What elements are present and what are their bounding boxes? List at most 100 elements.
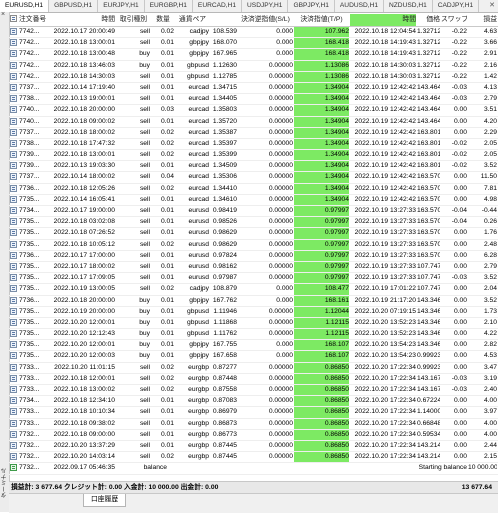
close-tab-icon[interactable]: ✕ — [486, 0, 498, 12]
table-row[interactable]: 7737... 2022.10.18 18:00:02 sell 0.02 eurcad… — [9, 127, 498, 139]
col-tp-header[interactable]: 決済指値(T/P) — [294, 14, 349, 26]
table-row[interactable]: 7732... 2022.10.20 13:37:29 sell 0.01 eurgbp… — [9, 440, 498, 453]
table-row[interactable]: 7734... 2022.10.17 19:00:00 sell 0.01 eurusd… — [9, 206, 498, 218]
table-row[interactable]: 7735... 2022.10.18 07:26:52 sell 0.01 eurusd… — [9, 228, 498, 240]
chart-tab[interactable]: NZDUSD,H1 — [384, 0, 433, 12]
col-close-time-header[interactable]: 時間 — [350, 14, 416, 26]
table-row[interactable]: 7733... 2022.10.18 09:38:02 sell 0.01 eurgbp… — [9, 418, 498, 430]
table-row[interactable]: 7735... 2022.10.20 12:00:03 buy 0.01 gbpjpy 1… — [9, 351, 498, 363]
table-cell: 2022.10.14 17:19:40 — [53, 83, 115, 91]
table-row[interactable]: 7739... 2022.10.13 19:03:30 sell 0.01 eurcad… — [9, 161, 498, 173]
table-cell: 0.00 — [453, 195, 467, 203]
table-cell: sell — [139, 285, 150, 293]
table-cell: 7742... — [19, 39, 40, 47]
col-close-price-header[interactable]: 価格 — [417, 14, 440, 26]
table-cell: 0.01 — [160, 330, 174, 338]
table-row[interactable]: 7742... 2022.10.17 20:00:49 sell 0.02 cadjpy… — [9, 27, 498, 39]
table-cell: 1.32712 — [417, 28, 440, 35]
balance-row[interactable]: 7732... 2022.09.17 05:46:35 balance Startin… — [9, 463, 498, 475]
table-row[interactable]: 7735... 2022.10.19 13:00:05 sell 0.02 cadjpy… — [9, 284, 498, 296]
close-icon[interactable]: × — [1, 11, 5, 18]
table-row[interactable]: 7735... 2022.10.17 17:09:05 sell 0.01 eurusd… — [9, 273, 498, 285]
table-row[interactable]: 7734... 2022.10.18 12:34:10 sell 0.01 eurgbp… — [9, 396, 498, 408]
table-cell: 1.12115 — [294, 329, 349, 340]
col-symbol-header[interactable]: 通貨ペア — [176, 14, 209, 26]
table-cell: 0.00000 — [268, 95, 293, 103]
table-row[interactable]: 7735... 2022.10.20 12:12:43 buy 0.01 gbpusd 1… — [9, 329, 498, 341]
table-row[interactable]: 7737... 2022.10.14 18:00:02 sell 0.04 eurcad… — [9, 172, 498, 184]
table-row[interactable]: 7735... 2022.10.18 10:05:12 sell 0.02 eurusd… — [9, 239, 498, 251]
table-cell: 2.79 — [483, 95, 497, 103]
table-cell: sell — [139, 229, 150, 237]
table-cell: buy — [139, 307, 150, 315]
table-cell: 2022.10.20 13:52:23 — [354, 330, 416, 338]
table-cell: 3.47 — [483, 363, 497, 371]
table-row[interactable]: 7732... 2022.10.20 14:03:14 sell 0.02 eurgbp… — [9, 452, 498, 464]
chart-tab[interactable]: USDJPY,H1 — [242, 0, 289, 12]
table-row[interactable]: 7735... 2022.10.17 18:00:02 sell 0.01 eurusd… — [9, 261, 498, 274]
table-row[interactable]: 7733... 2022.10.20 11:01:15 sell 0.02 eurgbp… — [9, 362, 498, 374]
chart-tab[interactable]: EURJPY,H1 — [98, 0, 145, 12]
table-row[interactable]: 7737... 2022.10.14 17:19:40 sell 0.01 eurcad… — [9, 82, 498, 95]
col-volume-header[interactable]: 数量 — [152, 14, 174, 26]
col-profit-header[interactable]: 損益 — [468, 14, 497, 26]
col-open-time-header[interactable]: 時間 — [47, 14, 115, 26]
table-cell: 7.81 — [483, 184, 497, 192]
table-cell: sell — [139, 274, 150, 282]
order-icon — [10, 106, 17, 114]
table-row[interactable]: 7736... 2022.10.17 17:00:00 sell 0.01 eurusd… — [9, 250, 498, 262]
tab-account-history[interactable]: 口座履歴 — [83, 494, 127, 507]
table-row[interactable]: 7742... 2022.10.18 14:30:03 sell 0.01 gbpusd… — [9, 71, 498, 83]
table-cell: 1.35399 — [212, 151, 237, 159]
chart-tab[interactable]: EURCAD,H1 — [193, 0, 243, 12]
table-cell: 143.464 — [417, 117, 440, 125]
table-row[interactable]: 7735... 2022.10.14 16:05:41 sell 0.01 eurcad… — [9, 194, 498, 206]
table-cell: 0.01 — [160, 419, 174, 427]
table-row[interactable]: 7742... 2022.10.18 13:00:48 buy 0.01 gbpjpy 1… — [9, 49, 498, 61]
table-row[interactable]: 7740... 2022.10.18 20:00:00 sell 0.03 eurcad… — [9, 105, 498, 117]
col-sl-header[interactable]: 決済逆指値(S/L) — [238, 14, 293, 26]
table-row[interactable]: 7740... 2022.10.18 09:00:02 sell 0.01 eurcad… — [9, 116, 498, 128]
table-cell: 0.02 — [160, 184, 174, 192]
table-row[interactable]: 7733... 2022.10.18 12:00:01 sell 0.02 eurgbp… — [9, 373, 498, 385]
table-row[interactable]: 7739... 2022.10.18 13:00:01 sell 0.02 eurcad… — [9, 150, 498, 162]
table-cell: gbpusd — [187, 61, 209, 69]
table-row[interactable]: 7742... 2022.10.18 13:00:01 sell 0.01 gbpjpy… — [9, 38, 498, 50]
table-cell: 0.26 — [483, 218, 497, 226]
table-row[interactable]: 7742... 2022.10.18 13:46:03 buy 0.01 gbpusd 1… — [9, 60, 498, 72]
table-row[interactable]: 7735... 2022.10.18 03:02:08 sell 0.01 eurusd… — [9, 217, 498, 229]
table-row[interactable]: 7735... 2022.10.19 20:00:00 buy 0.01 gbpusd 1… — [9, 306, 498, 318]
table-row[interactable]: 7736... 2022.10.18 20:00:00 buy 0.01 gbpjpy 1… — [9, 295, 498, 307]
table-cell: 143.167 — [417, 386, 440, 393]
table-row[interactable]: 7736... 2022.10.18 12:05:26 sell 0.02 eurcad… — [9, 183, 498, 195]
col-swap-header[interactable]: スワップ — [441, 14, 467, 26]
table-row[interactable]: 7733... 2022.10.18 10:10:34 sell 0.01 eurgbp… — [9, 407, 498, 419]
table-cell: 0.97997 — [294, 228, 349, 239]
table-cell: 0.00 — [453, 262, 467, 270]
chart-tab[interactable]: AUDUSD,H1 — [335, 0, 385, 12]
table-cell: 7742... — [19, 61, 40, 69]
table-cell: 2022.10.19 13:27:33 — [354, 240, 416, 248]
col-ticket-header[interactable]: 注文番号 — [19, 14, 47, 26]
table-cell: eurusd — [188, 262, 209, 270]
table-row[interactable]: 7732... 2022.10.18 09:00:00 sell 0.01 eurgbp… — [9, 429, 498, 441]
history-table: 注文番号 時間 取引種別 数量 通貨ペア 決済逆指値(S/L) 決済指値(T/P) 時間 価格ス… — [9, 14, 498, 475]
chart-tab[interactable]: EURGBP,H1 — [145, 0, 193, 12]
table-cell: 1.34410 — [212, 184, 237, 192]
table-row[interactable]: 7735... 2022.10.20 12:00:01 buy 0.01 gbpusd 1… — [9, 317, 498, 330]
table-cell: 0.00000 — [268, 453, 293, 461]
col-type-header[interactable]: 取引種別 — [117, 14, 150, 26]
chart-tab[interactable]: GBPJPY,H1 — [288, 0, 335, 12]
table-cell: 2.16 — [483, 61, 497, 69]
table-row[interactable]: 7738... 2022.10.18 17:47:32 sell 0.02 eurcad… — [9, 138, 498, 151]
table-row[interactable]: 7733... 2022.10.18 13:00:02 sell 0.02 eurgbp… — [9, 385, 498, 397]
table-cell: 2.05 — [483, 151, 497, 159]
table-cell: eurusd — [188, 240, 209, 248]
chart-tab[interactable]: GBPUSD,H1 — [49, 0, 99, 12]
table-row[interactable]: 7735... 2022.10.20 12:00:01 buy 0.01 gbpjpy 1… — [9, 340, 498, 352]
chart-tab[interactable]: CADJPY,H1 — [433, 0, 480, 12]
table-cell: 0.000 — [276, 285, 293, 293]
chart-tab[interactable]: EURUSD,H1 — [0, 0, 50, 12]
table-row[interactable]: 7738... 2022.10.13 19:00:01 sell 0.01 eurcad… — [9, 94, 498, 106]
terminal-label[interactable]: ターミナル — [0, 458, 9, 508]
